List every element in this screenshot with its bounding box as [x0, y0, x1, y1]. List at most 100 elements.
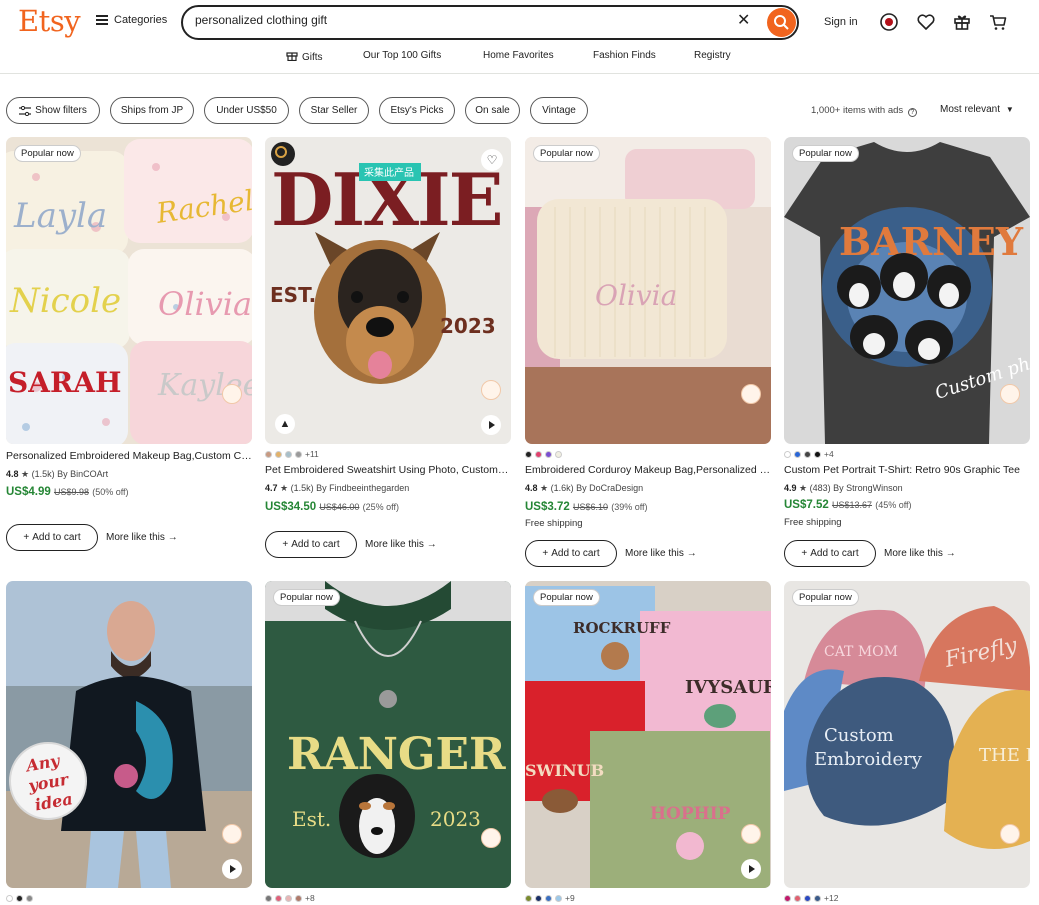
etsy-bee-icon	[481, 828, 501, 848]
product-price: US$7.52 US$13.67 (45% off)	[784, 499, 912, 511]
results-count: 1,000+ items with ads ?	[811, 105, 917, 117]
etsy-bee-icon	[481, 380, 501, 400]
filter-sliders-icon	[19, 105, 32, 116]
product-image[interactable]: ROCKRUFF IVYSAUR SWINUB HOPHIP Popular n…	[525, 581, 771, 888]
year-text: 2023	[430, 807, 481, 831]
est-text: Est.	[292, 807, 331, 831]
filter-vintage[interactable]: Vintage	[530, 97, 588, 124]
filter-under-50[interactable]: Under US$50	[204, 97, 289, 124]
clear-icon[interactable]: ✕	[737, 13, 750, 29]
ivysaur-text: IVYSAUR	[685, 677, 771, 698]
filter-ships-from-jp[interactable]: Ships from JP	[110, 97, 194, 124]
nav-top-100[interactable]: Our Top 100 Gifts	[363, 50, 441, 61]
sort-label: Most relevant	[940, 104, 1001, 115]
product-price: US$3.72 US$6.10 (39% off)	[525, 501, 648, 513]
nav-fashion-finds[interactable]: Fashion Finds	[593, 50, 656, 61]
swinub-text: SWINUB	[525, 761, 604, 780]
add-to-cart-button[interactable]: + Add to cart	[525, 540, 617, 567]
add-to-cart-button[interactable]: + Add to cart	[265, 531, 357, 558]
add-to-cart-button[interactable]: + Add to cart	[6, 524, 98, 551]
etsy-logo[interactable]: Etsy	[18, 4, 81, 38]
star-icon: ★	[799, 483, 808, 493]
categories-button[interactable]: Categories	[96, 14, 167, 26]
plus-icon: +	[801, 548, 808, 559]
a-logo-icon: ▲	[275, 414, 295, 434]
product-image[interactable]: Layla Rachel Nicole Olivia SARAH Kaylee …	[6, 137, 252, 444]
product-rating: 4.8 ★ (1.5k) By BinCOArt	[6, 469, 109, 479]
hophip-text: HOPHIP	[650, 804, 731, 824]
nav-gifts-label: Gifts	[302, 52, 323, 63]
nav-home-favorites[interactable]: Home Favorites	[483, 50, 554, 61]
embroidery-olivia: Olivia	[595, 279, 677, 312]
rockruff-text: ROCKRUFF	[573, 619, 671, 637]
filter-star-seller[interactable]: Star Seller	[299, 97, 369, 124]
nav-gifts[interactable]: Gifts	[286, 50, 323, 63]
play-video-icon[interactable]	[481, 415, 501, 435]
etsy-bee-icon	[1000, 384, 1020, 404]
free-shipping-label: Free shipping	[784, 517, 842, 528]
info-icon[interactable]: ?	[907, 108, 917, 117]
the-pa-text: THE PA	[979, 745, 1030, 766]
play-video-icon[interactable]	[741, 859, 761, 879]
popular-now-badge: Popular now	[533, 589, 600, 606]
color-swatches	[6, 893, 33, 903]
plus-icon: +	[542, 548, 549, 559]
product-title[interactable]: Pet Embroidered Sweatshirt Using Photo, …	[265, 464, 511, 476]
filter-on-sale[interactable]: On sale	[465, 97, 520, 124]
nav-registry[interactable]: Registry	[694, 50, 731, 61]
arrow-right-icon: →	[686, 548, 697, 559]
color-swatches: +4	[784, 449, 834, 459]
dog-embroidery	[314, 232, 446, 384]
etsy-bee-icon	[222, 824, 242, 844]
color-swatches: +11	[265, 449, 319, 459]
favorite-heart-button[interactable]: ♡	[481, 149, 503, 171]
embroidery-nicole: Nicole	[9, 281, 121, 321]
product-price: US$4.99 US$9.98 (50% off)	[6, 486, 129, 498]
arrow-right-icon: →	[945, 548, 956, 559]
embroidery-olivia: Olivia	[158, 285, 252, 323]
gift-icon[interactable]	[952, 12, 972, 32]
more-like-this-link[interactable]: More like this →	[365, 539, 437, 550]
more-like-this-link[interactable]: More like this →	[106, 532, 178, 543]
caret-down-icon: ▼	[1005, 105, 1014, 114]
record-icon[interactable]	[879, 12, 899, 32]
search-input[interactable]	[195, 13, 715, 27]
arrow-right-icon: →	[167, 532, 178, 543]
heart-icon[interactable]	[916, 12, 936, 32]
product-image[interactable]: CAT MOM Firefly CustomEmbroidery THE PA …	[784, 581, 1030, 888]
product-image[interactable]: DIXIE EST. 2023 采集此产品 ♡ ▲	[265, 137, 511, 444]
sign-in-link[interactable]: Sign in	[824, 16, 858, 28]
search-button[interactable]	[767, 8, 796, 37]
etsy-bee-icon	[741, 384, 761, 404]
sort-dropdown[interactable]: Most relevant ▼	[940, 104, 1014, 115]
filter-etsys-picks[interactable]: Etsy's Picks	[379, 97, 455, 124]
product-image[interactable]: Olivia Popular now	[525, 137, 771, 444]
cart-icon[interactable]	[988, 12, 1008, 32]
categories-label: Categories	[114, 14, 168, 26]
popular-now-badge: Popular now	[273, 589, 340, 606]
product-rating: 4.9 ★ (483) By StrongWinson	[784, 483, 903, 493]
product-title[interactable]: Custom Pet Portrait T-Shirt: Retro 90s G…	[784, 464, 1030, 476]
free-shipping-label: Free shipping	[525, 518, 583, 529]
popular-now-badge: Popular now	[533, 145, 600, 162]
star-icon: ★	[540, 483, 549, 493]
show-filters-label: Show filters	[35, 105, 87, 116]
more-like-this-link[interactable]: More like this →	[884, 548, 956, 559]
product-image[interactable]: BARNEY Custom photo here Popular now	[784, 137, 1030, 444]
product-image[interactable]: Anyyouridea	[6, 581, 252, 888]
embroidery-sarah: SARAH	[8, 366, 121, 399]
product-image[interactable]: RANGER Est. 2023 Popular now	[265, 581, 511, 888]
add-to-cart-button[interactable]: + Add to cart	[784, 540, 876, 567]
embroidery-layla: Layla	[13, 196, 107, 236]
popular-now-badge: Popular now	[792, 589, 859, 606]
plus-icon: +	[282, 539, 289, 550]
gift-small-icon	[286, 52, 298, 62]
product-title[interactable]: Embroidered Corduroy Makeup Bag,Personal…	[525, 464, 771, 476]
play-video-icon[interactable]	[222, 859, 242, 879]
show-filters-button[interactable]: Show filters	[6, 97, 100, 124]
ranger-text: RANGER	[287, 729, 506, 780]
search-icon	[774, 15, 789, 30]
dog-embroidery	[339, 774, 415, 858]
product-title[interactable]: Personalized Embroidered Makeup Bag,Cust…	[6, 450, 252, 462]
more-like-this-link[interactable]: More like this →	[625, 548, 697, 559]
